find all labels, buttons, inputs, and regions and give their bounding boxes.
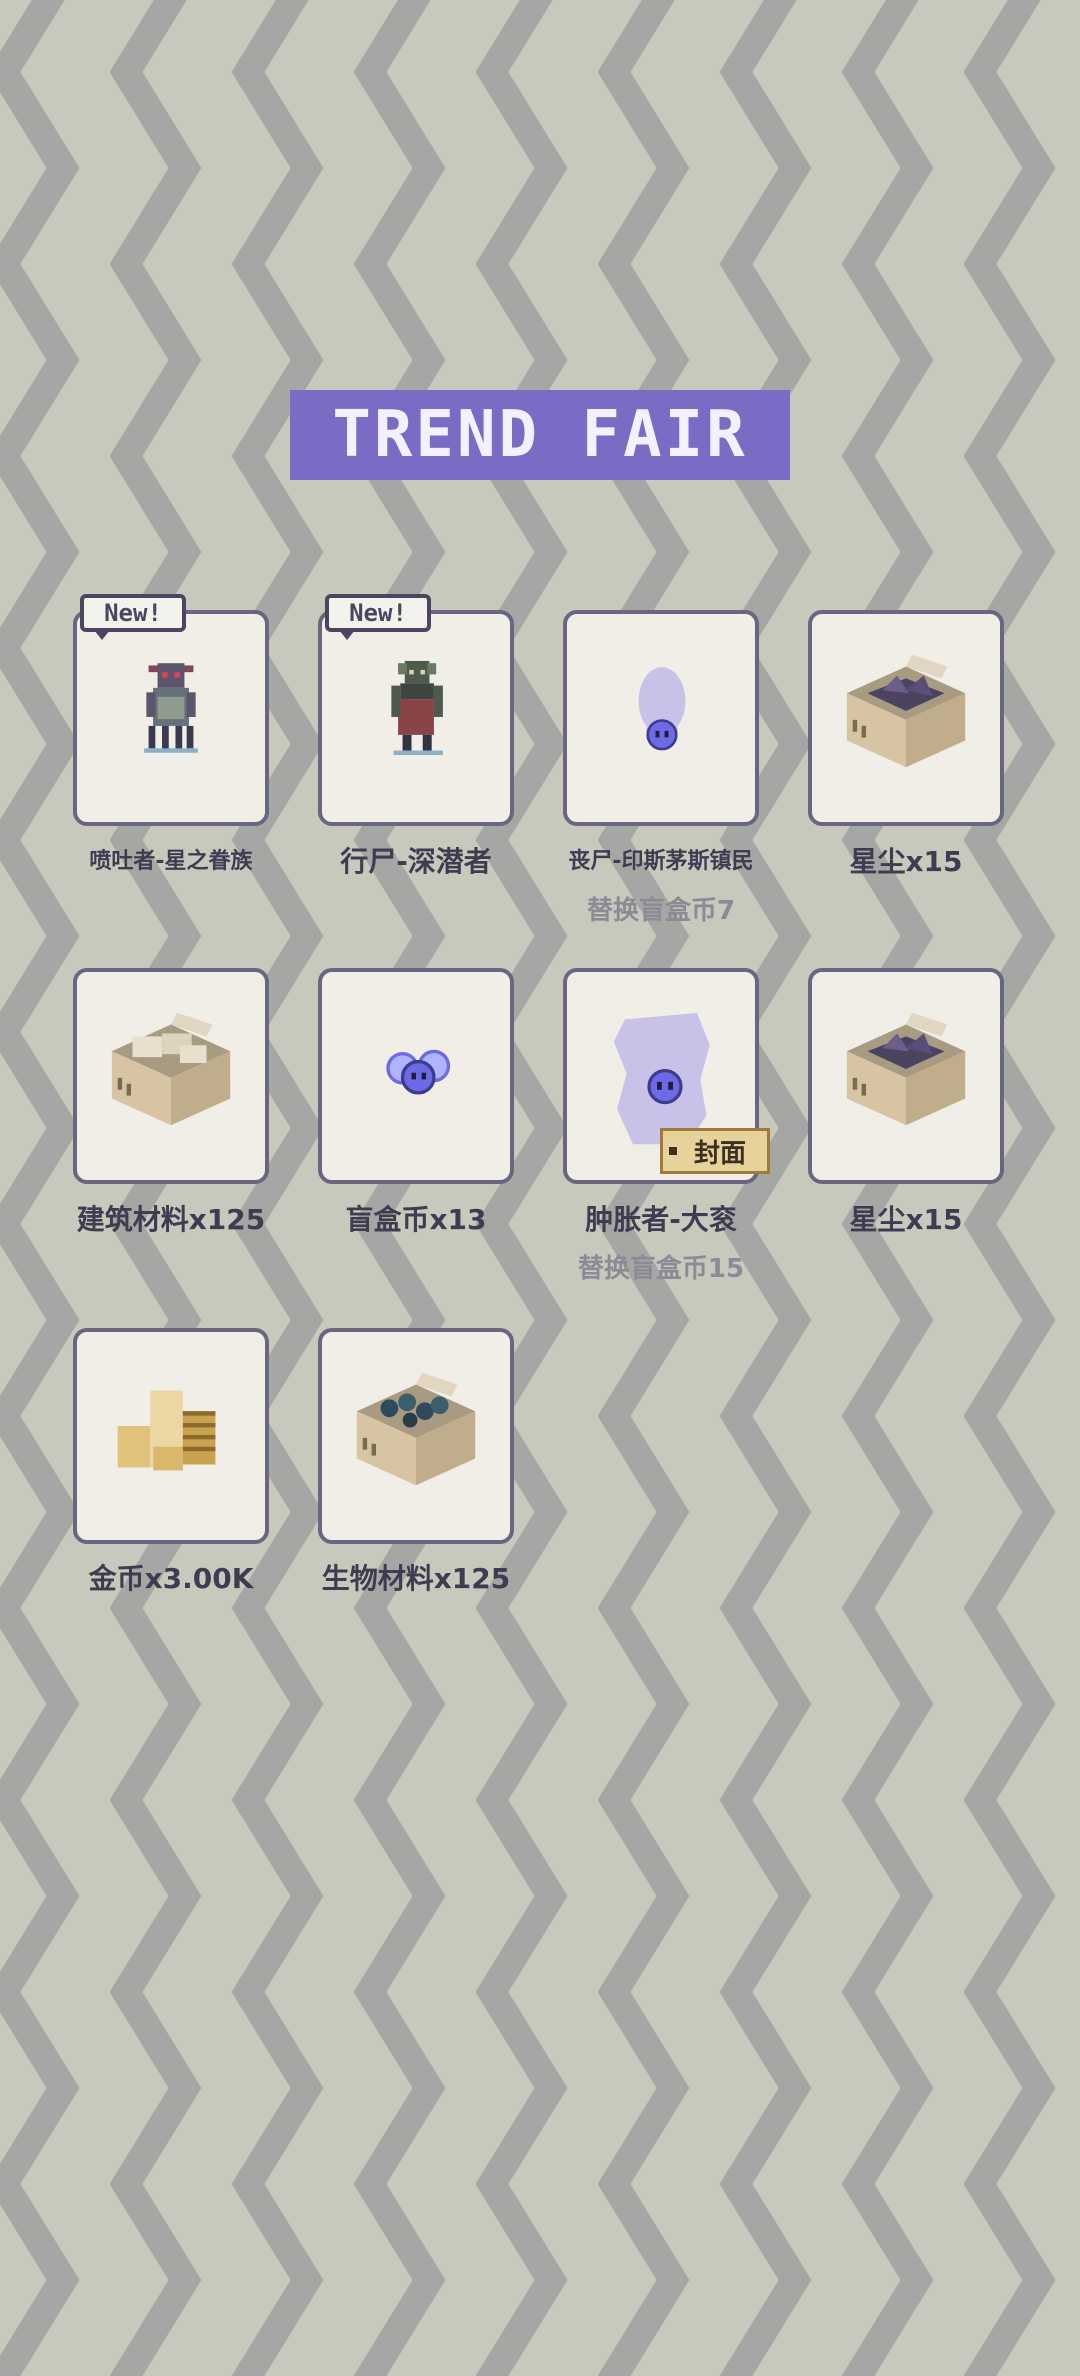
item-label: 行尸-深潜者	[340, 845, 492, 878]
bio-materials-crate-icon	[356, 1372, 476, 1486]
building-materials-crate-icon	[111, 1012, 231, 1126]
item-card-stardust[interactable]	[808, 968, 1004, 1184]
zigzag-stripe	[841, 0, 934, 2376]
new-badge: New!	[80, 594, 186, 640]
item-card-spitter[interactable]	[73, 610, 269, 826]
stardust-crate-icon	[846, 1012, 966, 1126]
zigzag-stripe	[597, 0, 690, 2376]
item-card-building-materials[interactable]	[73, 968, 269, 1184]
deep-one-zombie-sprite-icon	[391, 660, 443, 756]
tentacle-creature-sprite-icon	[144, 663, 198, 753]
zigzag-stripe	[719, 0, 812, 2376]
locked-character-silhouette-icon	[638, 667, 686, 751]
tag-dot-icon	[669, 1147, 677, 1155]
item-label: 星尘x15	[849, 1203, 963, 1236]
blind-box-coins-icon	[386, 1049, 451, 1095]
item-card-stardust[interactable]	[808, 610, 1004, 826]
item-label: 生物材料x125	[321, 1562, 511, 1595]
zigzag-stripe	[353, 0, 446, 2376]
zigzag-stripe	[0, 0, 80, 2376]
item-card-gold-coins[interactable]	[73, 1328, 269, 1544]
zigzag-stripe	[231, 0, 324, 2376]
trend-fair-title: TREND FAIR	[290, 390, 790, 480]
item-label: 盲盒币x13	[345, 1203, 487, 1236]
item-card-deep-one[interactable]	[318, 610, 514, 826]
item-label: 丧尸-印斯茅斯镇民	[568, 849, 754, 874]
zigzag-stripe	[475, 0, 568, 2376]
item-card-bio-materials[interactable]	[318, 1328, 514, 1544]
swap-cost-text: 替换盲盒币7	[586, 896, 736, 926]
gold-coin-stacks-icon	[117, 1390, 216, 1471]
cover-tag-label: 封面	[693, 1138, 746, 1169]
swap-cost-text: 替换盲盒币15	[577, 1254, 745, 1284]
item-label: 肿胀者-大衮	[585, 1203, 737, 1236]
cover-tag: 封面	[660, 1128, 770, 1174]
stardust-crate-icon	[846, 654, 966, 768]
item-label: 金币x3.00K	[88, 1562, 254, 1595]
zigzag-background	[0, 0, 1056, 2376]
zigzag-stripe	[109, 0, 202, 2376]
new-badge: New!	[325, 594, 431, 640]
item-card-innsmouth-villager[interactable]	[563, 610, 759, 826]
item-label: 喷吐者-星之眷族	[89, 849, 253, 874]
zigzag-stripe	[963, 0, 1056, 2376]
item-label: 建筑材料x125	[76, 1203, 266, 1236]
item-label: 星尘x15	[849, 845, 963, 878]
item-card-blind-box-coins[interactable]	[318, 968, 514, 1184]
